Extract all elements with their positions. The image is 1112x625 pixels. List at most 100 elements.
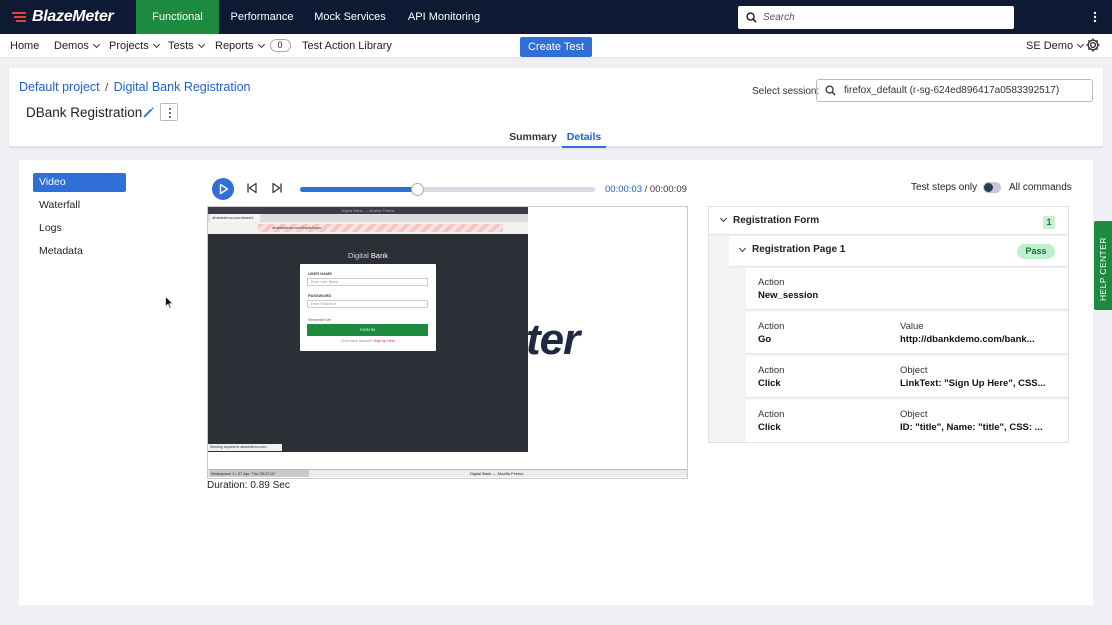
- more-vertical-icon[interactable]: [1090, 11, 1100, 23]
- step-group-registration-form[interactable]: Registration Form 1: [709, 207, 1068, 235]
- session-select[interactable]: firefox_default (r-sg-624ed896417a058339…: [816, 79, 1093, 102]
- play-icon: [219, 183, 229, 195]
- blazemeter-logo[interactable]: BlazeMeter: [11, 7, 114, 27]
- video-login-form: USER NAME Enter User Name PASSWORD Enter…: [300, 264, 436, 351]
- video-background-text: ter: [526, 315, 580, 364]
- toggle-knob: [984, 183, 993, 192]
- all-commands-label: All commands: [1009, 182, 1072, 193]
- create-test-button[interactable]: Create Test: [520, 37, 592, 57]
- chevron-down-icon: [1077, 40, 1085, 49]
- video-sign-in-button: SIGN IN: [307, 324, 428, 336]
- sidebar-item-metadata[interactable]: Metadata: [33, 242, 126, 261]
- step-value: http://dbankdemo.com/bank...: [900, 334, 1035, 345]
- session-label: Select session:: [752, 86, 820, 97]
- nav-mock-services[interactable]: Mock Services: [308, 0, 392, 34]
- nav-library-label: Test Action Library: [302, 40, 392, 52]
- step-key: Action: [758, 365, 785, 376]
- help-center-tab[interactable]: HELP CENTER: [1094, 221, 1112, 310]
- breadcrumb-test[interactable]: Digital Bank Registration: [114, 80, 251, 94]
- nav-demos[interactable]: Demos: [54, 34, 100, 58]
- sidebar-item-video[interactable]: Video: [33, 173, 126, 192]
- video-brand-bold: Bank: [370, 251, 389, 260]
- video-window-title: Digital Bank — Mozilla Firefox: [208, 207, 528, 214]
- chevron-down-icon: [152, 40, 160, 49]
- sidebar-item-waterfall[interactable]: Waterfall: [33, 196, 126, 215]
- search-icon: [746, 12, 757, 23]
- progress-slider[interactable]: [300, 183, 595, 196]
- sidebar-item-logs[interactable]: Logs: [33, 219, 126, 238]
- breadcrumb-project[interactable]: Default project: [19, 80, 100, 94]
- details-panel: Video Waterfall Logs Metadata 00:00:03 /…: [19, 160, 1093, 605]
- progress-handle[interactable]: [410, 183, 424, 196]
- step-value: New_session: [758, 290, 819, 301]
- session-value: firefox_default (r-sg-624ed896417a058339…: [844, 85, 1060, 96]
- video-user-input: Enter User Name: [307, 278, 428, 286]
- video-remember-me: Remember Me: [308, 318, 332, 322]
- video-user-label: USER NAME: [308, 271, 333, 276]
- account-menu[interactable]: SE Demo: [1026, 34, 1085, 58]
- skip-back-icon[interactable]: [246, 182, 258, 194]
- step-row[interactable]: Action Go Value http://dbankdemo.com/ban…: [746, 312, 1068, 354]
- nav-functional[interactable]: Functional: [136, 0, 219, 34]
- tab-details[interactable]: Details: [562, 131, 606, 148]
- test-header: Default project / Digital Bank Registrat…: [9, 68, 1103, 148]
- video-site-brand: Digital Bank: [208, 251, 528, 260]
- step-row[interactable]: Action New_session: [746, 268, 1068, 310]
- video-pass-label: PASSWORD: [308, 293, 332, 298]
- duration-text: Duration: 0.89 Sec: [207, 480, 290, 491]
- search-icon: [825, 85, 836, 96]
- video-signup-link: Sign Up Here: [373, 339, 395, 343]
- breadcrumb-separator: /: [105, 82, 109, 94]
- video-signup-text: Don't have account? Sign Up Here: [300, 339, 436, 343]
- logo-text: BlazeMeter: [32, 8, 114, 25]
- chevron-down-icon: [92, 40, 100, 49]
- step-value: Click: [758, 378, 781, 389]
- nav-home[interactable]: Home: [10, 34, 39, 58]
- top-bar: BlazeMeter Functional Performance Mock S…: [0, 0, 1112, 34]
- step-key: Object: [900, 409, 928, 420]
- video-tab-strip: dbankdemo.com/bank/l: [208, 214, 528, 222]
- nav-performance[interactable]: Performance: [224, 0, 300, 34]
- gear-icon[interactable]: [1085, 37, 1101, 53]
- video-url: dbankdemo.com/bank/login: [258, 224, 503, 232]
- step-value: Go: [758, 334, 772, 345]
- nav-home-label: Home: [10, 40, 40, 52]
- video-brand-light: Digital: [347, 251, 369, 260]
- step-subgroup-title: Registration Page 1: [752, 244, 846, 255]
- breadcrumb: Default project / Digital Bank Registrat…: [19, 80, 251, 94]
- current-time: 00:00:03: [605, 184, 642, 195]
- total-time: 00:00:09: [649, 184, 687, 195]
- logo-icon: [11, 11, 30, 23]
- video-status-bar: Sending request to dbankdemo.com...: [208, 444, 282, 451]
- chevron-down-icon: [719, 214, 728, 223]
- account-name: SE Demo: [1026, 40, 1074, 52]
- step-count-badge: 1: [1043, 216, 1055, 229]
- nav-api-monitoring[interactable]: API Monitoring: [402, 0, 486, 34]
- step-subgroup-registration-page[interactable]: Registration Page 1 Pass: [729, 236, 1068, 267]
- search-box[interactable]: [738, 6, 1014, 29]
- test-steps-only-label: Test steps only: [911, 182, 978, 193]
- step-key: Value: [900, 321, 924, 332]
- video-url-bar: dbankdemo.com/bank/login: [208, 222, 528, 234]
- nav-demos-label: Demos: [54, 40, 89, 52]
- step-value: LinkText: "Sign Up Here", CSS...: [900, 378, 1046, 389]
- pencil-icon[interactable]: [142, 106, 155, 119]
- video-player[interactable]: Digital Bank — Mozilla Firefox dbankdemo…: [207, 206, 688, 479]
- step-row[interactable]: Action Click Object ID: "title", Name: "…: [746, 400, 1068, 442]
- video-pass-input: Enter Password: [307, 300, 428, 308]
- secondary-nav: Home Demos Projects Tests Reports 0 Test …: [0, 34, 1112, 58]
- time-display: 00:00:03 / 00:00:09: [605, 184, 687, 195]
- tab-summary[interactable]: Summary: [507, 131, 559, 148]
- play-button[interactable]: [212, 178, 234, 200]
- commands-toggle[interactable]: [983, 182, 1001, 193]
- nav-projects[interactable]: Projects: [109, 34, 160, 58]
- more-options-button[interactable]: [160, 103, 178, 121]
- step-row[interactable]: Action Click Object LinkText: "Sign Up H…: [746, 356, 1068, 398]
- nav-tests[interactable]: Tests: [168, 34, 205, 58]
- skip-forward-icon[interactable]: [271, 182, 283, 194]
- nav-reports[interactable]: Reports 0: [215, 34, 291, 58]
- search-input[interactable]: [763, 12, 1003, 23]
- page-title: DBank Registration: [26, 105, 143, 120]
- step-group-title: Registration Form: [733, 215, 820, 226]
- nav-test-action-library[interactable]: Test Action Library: [302, 34, 392, 58]
